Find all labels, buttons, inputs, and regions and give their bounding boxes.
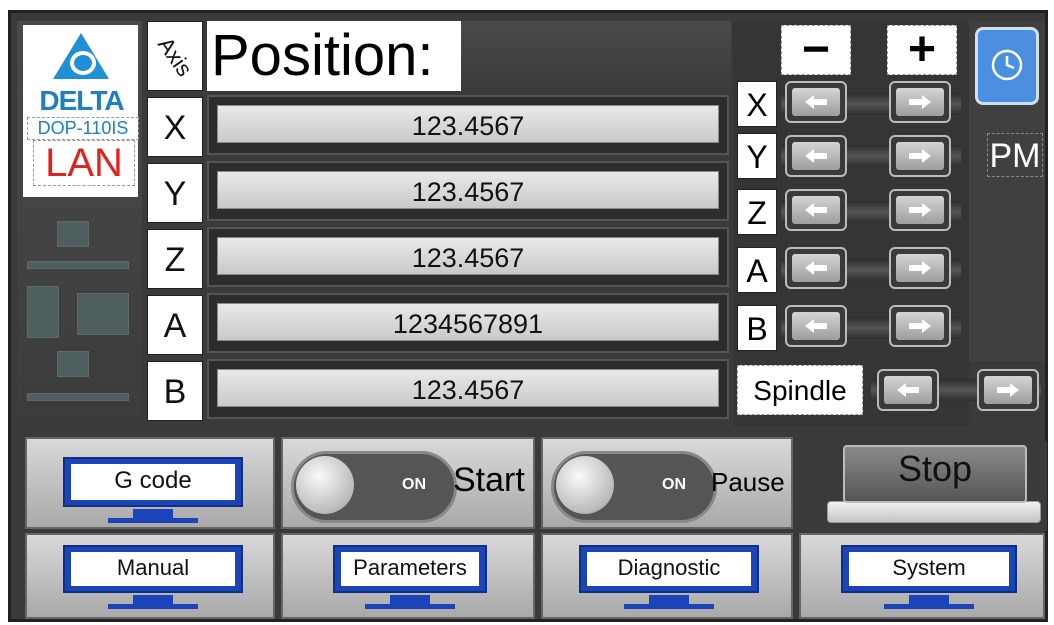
pause-button[interactable]: ON Pause: [541, 437, 793, 529]
network-line-icon: [27, 261, 129, 269]
monitor-icon: Parameters: [333, 545, 487, 609]
clock-icon: [991, 49, 1023, 81]
gcode-button[interactable]: G code: [25, 437, 275, 529]
toggle-knob: [556, 456, 614, 514]
parameters-button[interactable]: Parameters: [281, 533, 535, 619]
axis-value-x-frame: 123.4567: [207, 95, 729, 155]
axis-value-b-frame: 123.4567: [207, 359, 729, 419]
start-button[interactable]: ON Start: [281, 437, 535, 529]
monitor-icon: System: [841, 545, 1017, 609]
start-toggle[interactable]: ON: [291, 451, 457, 523]
network-pc-icon-2: [57, 351, 89, 377]
axis-header-label: Axis: [153, 32, 198, 81]
system-label: System: [849, 552, 1009, 586]
axis-value-a-frame: 1234567891: [207, 293, 729, 353]
stop-button-base: [827, 501, 1041, 523]
axis-value-y-frame: 123.4567: [207, 161, 729, 221]
axis-header: Axis: [147, 21, 203, 91]
spindle-cw-button[interactable]: [977, 369, 1039, 411]
monitor-icon: G code: [63, 457, 243, 523]
lan-label: LAN: [33, 140, 135, 186]
network-plc-icon: [27, 286, 59, 338]
jog-y-plus-button[interactable]: [889, 135, 951, 177]
axis-value-x[interactable]: 123.4567: [217, 105, 719, 143]
jog-b-plus-button[interactable]: [889, 305, 951, 347]
monitor-icon: Manual: [63, 545, 243, 609]
pause-toggle[interactable]: ON: [551, 451, 717, 523]
system-button[interactable]: System: [799, 533, 1045, 619]
axis-value-z-frame: 123.4567: [207, 227, 729, 287]
jog-label-y: Y: [737, 133, 777, 179]
axis-label-x: X: [147, 97, 203, 157]
axis-label-b: B: [147, 361, 203, 421]
axis-value-a[interactable]: 1234567891: [217, 303, 719, 341]
jog-z-plus-button[interactable]: [889, 189, 951, 231]
start-toggle-on-label: ON: [402, 476, 426, 493]
axis-value-z[interactable]: 123.4567: [217, 237, 719, 275]
axis-label-y: Y: [147, 163, 203, 223]
stop-button[interactable]: Stop: [821, 441, 1047, 531]
delta-logo: DELTA DOP-110IS LAN: [23, 25, 139, 197]
jog-a-minus-button[interactable]: [785, 247, 847, 289]
manual-label: Manual: [71, 552, 235, 586]
jog-speed-minus-button[interactable]: −: [781, 25, 851, 75]
toggle-knob: [296, 456, 354, 514]
pause-label: Pause: [711, 467, 785, 497]
axis-value-b[interactable]: 123.4567: [217, 369, 719, 407]
start-label: Start: [453, 461, 525, 499]
jog-label-a: A: [737, 247, 777, 293]
spindle-ccw-button[interactable]: [877, 369, 939, 411]
stop-label: Stop: [843, 445, 1027, 503]
axis-label-a: A: [147, 295, 203, 355]
delta-triangle-icon: [53, 33, 109, 79]
jog-b-minus-button[interactable]: [785, 305, 847, 347]
logo-panel: DELTA DOP-110IS LAN: [17, 21, 142, 417]
manual-button[interactable]: Manual: [25, 533, 275, 619]
position-title: Position:: [207, 21, 461, 91]
jog-label-b: B: [737, 305, 777, 351]
network-io-icon: [77, 293, 129, 335]
clock-button[interactable]: [975, 27, 1039, 105]
jog-x-plus-button[interactable]: [889, 81, 951, 123]
diagnostic-label: Diagnostic: [587, 552, 751, 586]
am-pm-indicator: PM: [987, 133, 1043, 177]
monitor-icon: Diagnostic: [579, 545, 759, 609]
diagnostic-button[interactable]: Diagnostic: [541, 533, 793, 619]
network-line-icon-2: [27, 393, 129, 401]
parameters-label: Parameters: [341, 552, 479, 586]
model-label: DOP-110IS: [27, 117, 139, 140]
brand-name: DELTA: [39, 85, 124, 116]
jog-x-minus-button[interactable]: [785, 81, 847, 123]
hmi-screen: DELTA DOP-110IS LAN Axis Position: X 123…: [8, 10, 1048, 622]
position-decoration: [461, 21, 731, 91]
network-pc-icon: [57, 221, 89, 247]
jog-speed-plus-button[interactable]: +: [887, 25, 957, 75]
spindle-label: Spindle: [737, 365, 863, 415]
axis-value-y[interactable]: 123.4567: [217, 171, 719, 209]
axis-label-z: Z: [147, 229, 203, 289]
jog-a-plus-button[interactable]: [889, 247, 951, 289]
jog-label-x: X: [737, 81, 777, 127]
jog-y-minus-button[interactable]: [785, 135, 847, 177]
jog-label-z: Z: [737, 189, 777, 235]
gcode-label: G code: [71, 464, 235, 500]
jog-z-minus-button[interactable]: [785, 189, 847, 231]
pause-toggle-on-label: ON: [662, 476, 686, 493]
